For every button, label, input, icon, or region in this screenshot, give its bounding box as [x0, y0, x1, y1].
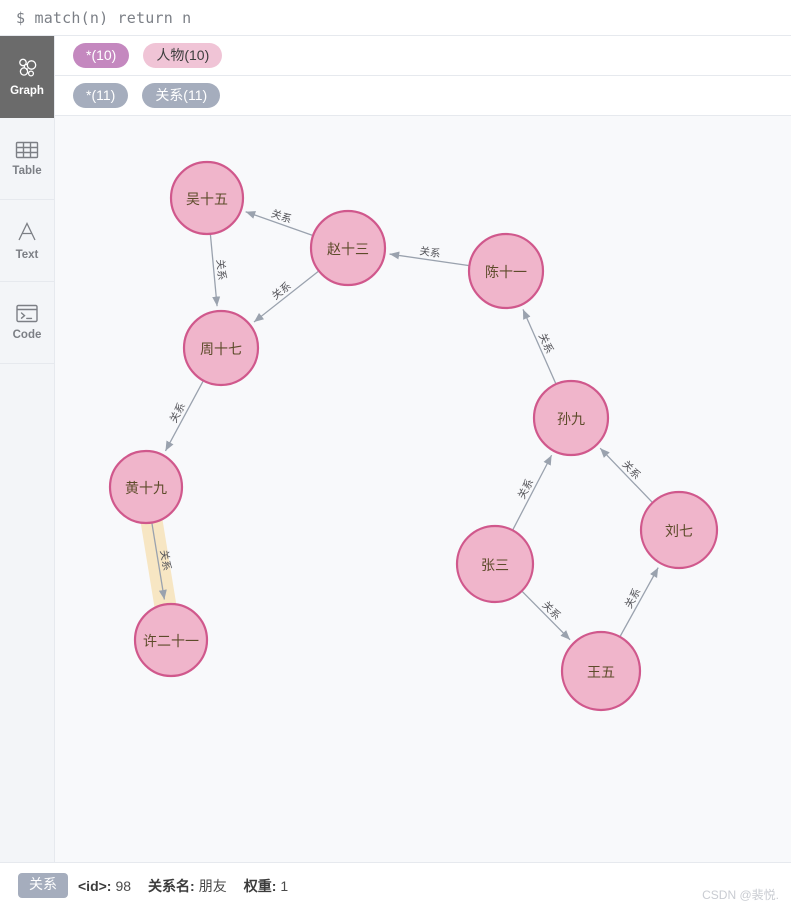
edge-label: 关系 — [536, 331, 556, 355]
text-icon — [15, 220, 39, 244]
edge-label: 关系 — [214, 259, 229, 281]
sidebar-item-code[interactable]: Code — [0, 282, 54, 364]
edge-label: 关系 — [269, 279, 294, 302]
status-field-id-value: 98 — [115, 877, 132, 894]
graph-node[interactable]: 刘七 — [639, 490, 719, 570]
graph-node[interactable]: 王五 — [560, 630, 642, 712]
chip-node-label-person[interactable]: 人物(10) — [143, 42, 223, 69]
watermark: CSDN @裴悦. — [702, 888, 779, 902]
relationship-type-chip-row: *(11) 关系(11) — [55, 76, 791, 116]
edge-label: 关系 — [167, 400, 188, 425]
graph-edge[interactable] — [619, 567, 659, 637]
status-field-id-key: <id>: — [78, 877, 112, 894]
node-circle[interactable] — [455, 524, 535, 604]
graph-canvas[interactable]: 关系 关系 关系 关系 关系 关系 关系 关系 关系 关系 关系 吴十五 赵十三 陈十一 周十七 孙九 黄十九… — [55, 116, 791, 862]
sidebar-item-table[interactable]: Table — [0, 118, 54, 200]
graph-icon — [15, 56, 39, 80]
main-panel: *(10) 人物(10) *(11) 关系(11) 关系 关系 关系 关系 关系 关系 关系… — [55, 36, 791, 862]
edge-label: 关系 — [622, 586, 644, 611]
sidebar-item-text-label: Text — [15, 248, 39, 261]
status-field-relname-value: 朋友 — [198, 877, 227, 894]
node-circle[interactable] — [182, 309, 260, 387]
status-field-id: <id>: 98 — [78, 878, 131, 894]
sidebar-item-table-label: Table — [12, 164, 42, 177]
graph-edge[interactable] — [164, 381, 204, 452]
node-circle[interactable] — [532, 379, 610, 457]
status-badge[interactable]: 关系 — [18, 873, 68, 898]
node-circle[interactable] — [309, 209, 387, 287]
status-field-relname: 关系名: 朋友 — [148, 876, 227, 896]
sidebar-item-graph[interactable]: Graph — [0, 36, 54, 118]
node-layer[interactable]: 吴十五赵十三 陈十一周十七孙九黄十九刘七 张三许二十一 王五 — [108, 160, 719, 712]
graph-edge[interactable] — [599, 447, 653, 503]
node-circle[interactable] — [560, 630, 642, 712]
sidebar-item-graph-label: Graph — [10, 84, 44, 97]
table-icon — [15, 140, 39, 160]
node-circle[interactable] — [133, 602, 209, 678]
graph-edge[interactable] — [245, 211, 313, 236]
graph-node[interactable]: 吴十五 — [169, 160, 245, 236]
graph-edge[interactable] — [522, 309, 557, 384]
edge-label: 关系 — [619, 458, 643, 482]
node-circle[interactable] — [639, 490, 719, 570]
node-circle[interactable] — [169, 160, 245, 236]
graph-edge[interactable] — [512, 454, 553, 530]
query-text: $ match(n) return n — [16, 8, 192, 27]
status-field-weight-value: 1 — [280, 877, 289, 894]
graph-edge[interactable] — [209, 234, 221, 307]
edge-label: 关系 — [419, 244, 442, 260]
status-field-weight: 权重: 1 — [244, 876, 288, 896]
chip-all-relationships[interactable]: *(11) — [73, 82, 129, 109]
node-label-chip-row: *(10) 人物(10) — [55, 36, 791, 76]
edge-label: 关系 — [269, 207, 293, 226]
graph-node[interactable]: 孙九 — [532, 379, 610, 457]
graph-edge[interactable] — [389, 251, 469, 267]
graph-node[interactable]: 张三 — [455, 524, 535, 604]
view-mode-sidebar: Graph Table Text Code — [0, 36, 55, 862]
node-circle[interactable] — [108, 449, 184, 525]
status-field-weight-key: 权重: — [243, 877, 277, 894]
edge-label: 关系 — [540, 598, 564, 622]
graph-edge[interactable] — [253, 270, 319, 323]
app-body: Graph Table Text Code *(10) 人物(10) *(11)… — [0, 36, 791, 862]
node-circle[interactable] — [467, 232, 545, 310]
graph-visualization[interactable]: 关系关系关系关系关系关系关系关系关系关系关系 吴十五赵十三陈十一周十七孙九黄十九… — [55, 116, 791, 816]
status-field-relname-key: 关系名: — [148, 877, 195, 894]
graph-node[interactable]: 周十七 — [182, 309, 260, 387]
graph-node[interactable]: 陈十一 — [467, 232, 545, 310]
query-bar[interactable]: $ match(n) return n — [0, 0, 791, 36]
graph-edge[interactable] — [521, 591, 571, 641]
graph-node[interactable]: 黄十九 — [108, 449, 184, 525]
sidebar-item-text[interactable]: Text — [0, 200, 54, 282]
chip-relationship-type-guanxi[interactable]: 关系(11) — [142, 82, 221, 109]
chip-all-nodes[interactable]: *(10) — [73, 42, 130, 69]
code-icon — [15, 303, 39, 324]
graph-node[interactable]: 赵十三 — [309, 209, 387, 287]
graph-node[interactable]: 许二十一 — [133, 602, 209, 678]
edge-label: 关系 — [515, 477, 536, 502]
sidebar-item-code-label: Code — [12, 329, 42, 342]
status-bar: 关系 <id>: 98 关系名: 朋友 权重: 1 CSDN @裴悦. — [0, 862, 791, 908]
